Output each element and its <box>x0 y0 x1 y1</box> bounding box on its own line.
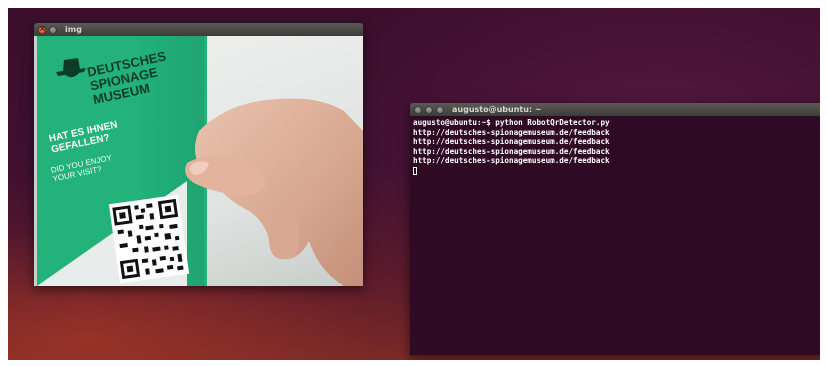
camera-image: DEUTSCHES SPIONAGE MUSEUM HAT ES IHNEN G… <box>34 36 363 286</box>
image-window-titlebar[interactable]: img <box>34 23 363 36</box>
image-window[interactable]: img DEUTSCHES SPIONAGE MUSEUM HAT ES IHN… <box>34 23 363 286</box>
terminal-cursor-line <box>413 166 820 176</box>
terminal-titlebar[interactable]: augusto@ubuntu: ~ <box>410 103 820 116</box>
hand <box>185 98 363 286</box>
terminal-output-line: http://deutsches-spionagemuseum.de/feedb… <box>413 146 610 156</box>
terminal-window[interactable]: augusto@ubuntu: ~ augusto@ubuntu:~$ pyth… <box>410 103 820 355</box>
image-window-title: img <box>65 25 82 34</box>
terminal-cursor <box>413 166 417 175</box>
minimize-icon[interactable] <box>425 105 433 114</box>
close-icon[interactable] <box>414 105 422 114</box>
terminal-output-line: http://deutsches-spionagemuseum.de/feedb… <box>413 127 610 137</box>
terminal-output-line: http://deutsches-spionagemuseum.de/feedb… <box>413 137 610 147</box>
terminal-title: augusto@ubuntu: ~ <box>452 105 542 114</box>
terminal-command-line: augusto@ubuntu:~$ python RobotQrDetector… <box>413 118 610 127</box>
desktop: img DEUTSCHES SPIONAGE MUSEUM HAT ES IHN… <box>8 8 820 360</box>
terminal-output-line: http://deutsches-spionagemuseum.de/feedb… <box>413 156 610 166</box>
spy-hat-icon <box>56 58 86 78</box>
maximize-icon[interactable] <box>436 105 444 114</box>
terminal-output[interactable]: augusto@ubuntu:~$ python RobotQrDetector… <box>410 116 820 355</box>
minimize-icon[interactable] <box>49 25 57 34</box>
close-icon[interactable] <box>38 24 46 34</box>
